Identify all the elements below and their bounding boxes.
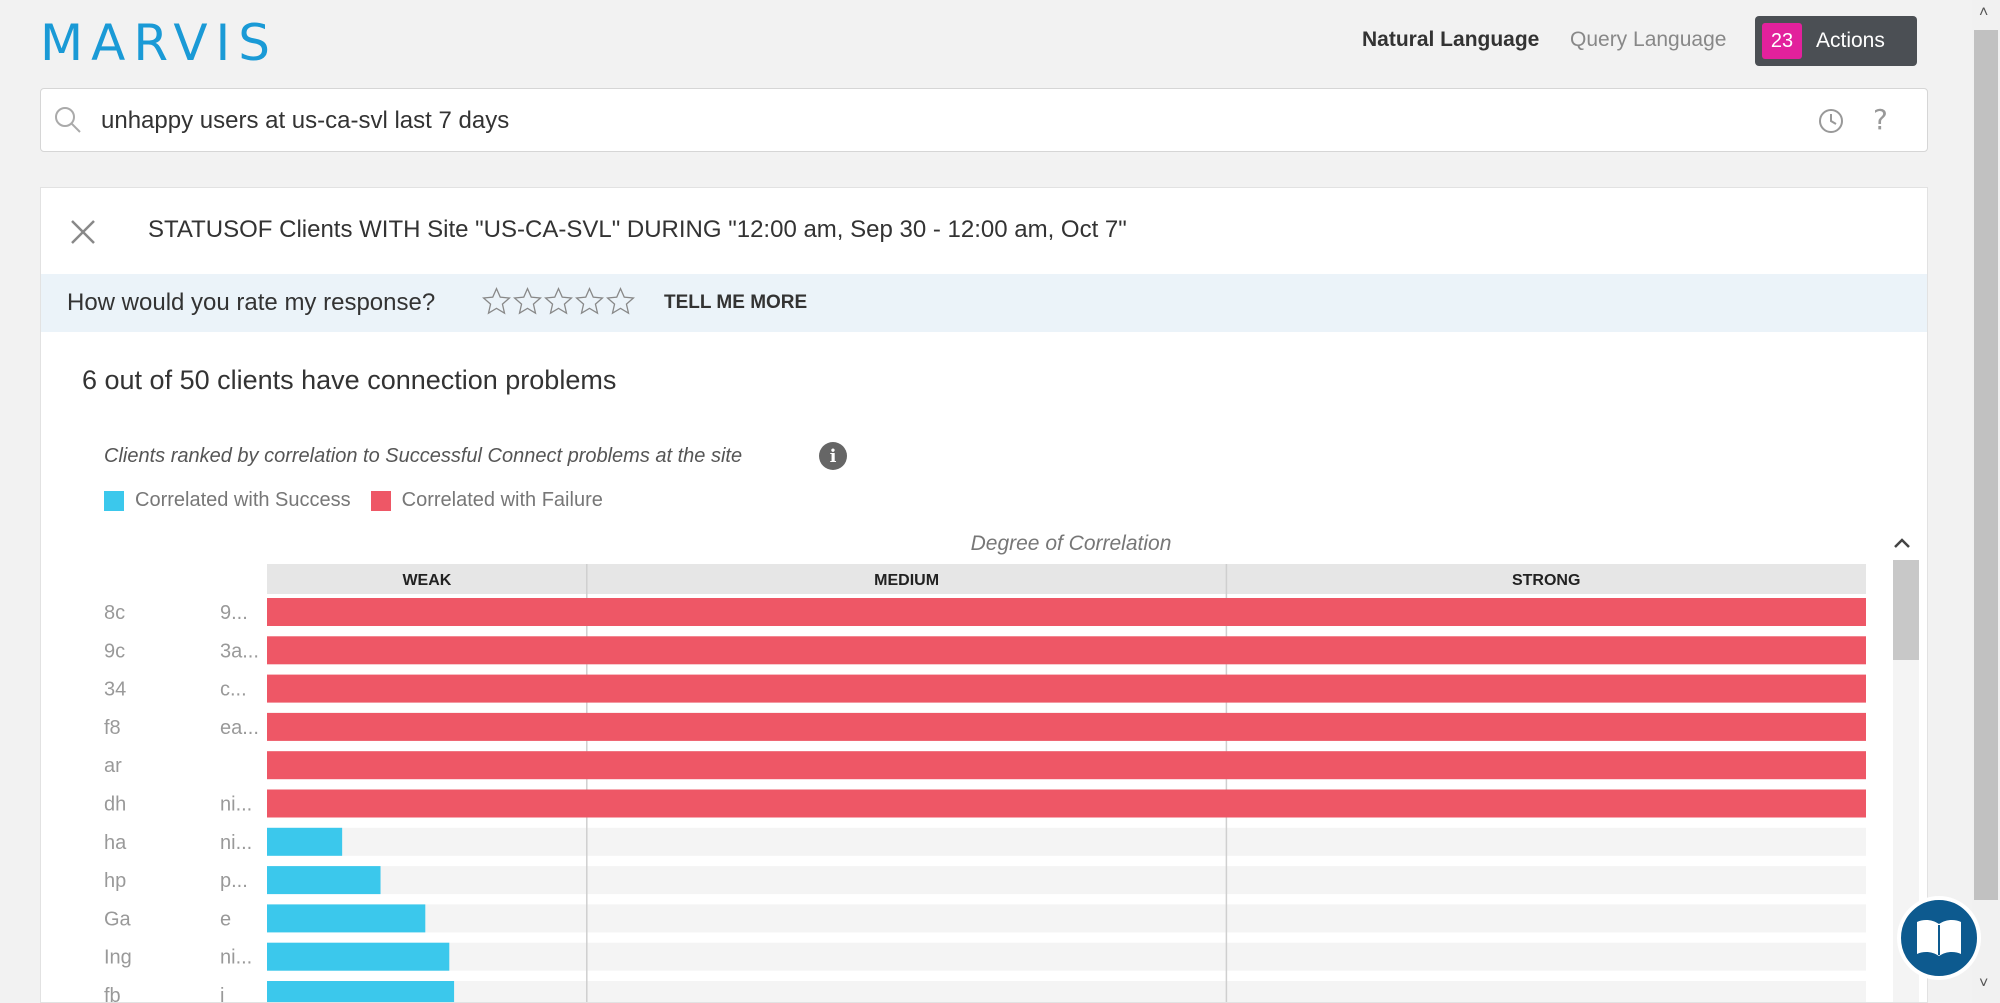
client-label-right: p... — [220, 870, 248, 892]
page-scrollbar-thumb[interactable] — [1974, 30, 1998, 900]
client-label-right: c... — [220, 679, 247, 701]
band-label-medium: MEDIUM — [874, 572, 939, 589]
row-background — [267, 827, 1866, 856]
page-scroll-up-icon[interactable]: ˄ — [1979, 4, 1988, 22]
row-background — [267, 942, 1866, 971]
bar-failure — [267, 636, 1866, 665]
bar-success — [267, 866, 381, 895]
client-label-left: ar — [104, 755, 122, 777]
client-label-right: e — [220, 908, 231, 930]
search-icon — [55, 107, 81, 133]
client-label-right: i — [220, 985, 224, 1003]
bar-failure — [267, 674, 1866, 703]
marvis-logo: MARVIS — [40, 14, 279, 72]
client-label-left: Ing — [104, 947, 132, 969]
search-bar: ? — [40, 88, 1928, 152]
bar-success — [267, 827, 343, 856]
bar-success — [267, 981, 455, 1002]
band-header — [267, 564, 1866, 594]
history-icon[interactable] — [1818, 108, 1844, 134]
band-label-strong: STRONG — [1512, 572, 1580, 589]
row-background — [267, 981, 1866, 1002]
client-label-right: ni... — [220, 832, 252, 854]
bar-failure — [267, 598, 1866, 626]
client-label-left: Ga — [104, 908, 132, 930]
client-label-right: ni... — [220, 947, 252, 969]
client-label-left: fb — [104, 985, 121, 1003]
actions-label: Actions — [1816, 29, 1885, 52]
page-scroll-down-icon[interactable]: ˅ — [1979, 975, 1988, 993]
bar-failure — [267, 751, 1866, 780]
client-label-left: 9c — [104, 640, 125, 662]
band-label-weak: WEAK — [402, 572, 451, 589]
bar-success — [267, 904, 426, 933]
client-label-left: 8c — [104, 602, 125, 624]
search-input[interactable] — [99, 103, 1703, 139]
natural-language-tab[interactable]: Natural Language — [1362, 28, 1539, 52]
bar-failure — [267, 712, 1866, 741]
client-label-left: 34 — [104, 679, 126, 701]
client-label-right: ni... — [220, 794, 252, 816]
bar-success — [267, 942, 450, 971]
client-label-right: 3a... — [220, 640, 259, 662]
client-label-left: hp — [104, 870, 126, 892]
client-label-left: dh — [104, 794, 126, 816]
book-icon — [1917, 919, 1961, 956]
query-language-tab[interactable]: Query Language — [1570, 28, 1726, 52]
help-icon[interactable]: ? — [1873, 103, 1888, 136]
client-label-left: f8 — [104, 717, 121, 739]
chart-scrollbar-thumb[interactable] — [1893, 560, 1919, 660]
bar-failure — [267, 789, 1866, 818]
row-background — [267, 866, 1866, 895]
correlation-chart: WEAK MEDIUM STRONG 8c 9... 9c 3a... 34 c... f8 ea.… — [104, 564, 1866, 1003]
actions-count-badge: 23 — [1762, 23, 1802, 59]
client-label-right: 9... — [220, 602, 248, 624]
actions-button[interactable]: 23 Actions — [1755, 16, 1917, 66]
result-panel: STATUSOF Clients WITH Site "US-CA-SVL" D… — [40, 187, 1928, 1003]
chart-scroll-up-icon[interactable] — [1891, 533, 1913, 553]
client-label-left: ha — [104, 832, 127, 854]
row-background — [267, 904, 1866, 933]
help-book-button[interactable] — [1897, 896, 1981, 980]
client-label-right: ea... — [220, 717, 259, 739]
